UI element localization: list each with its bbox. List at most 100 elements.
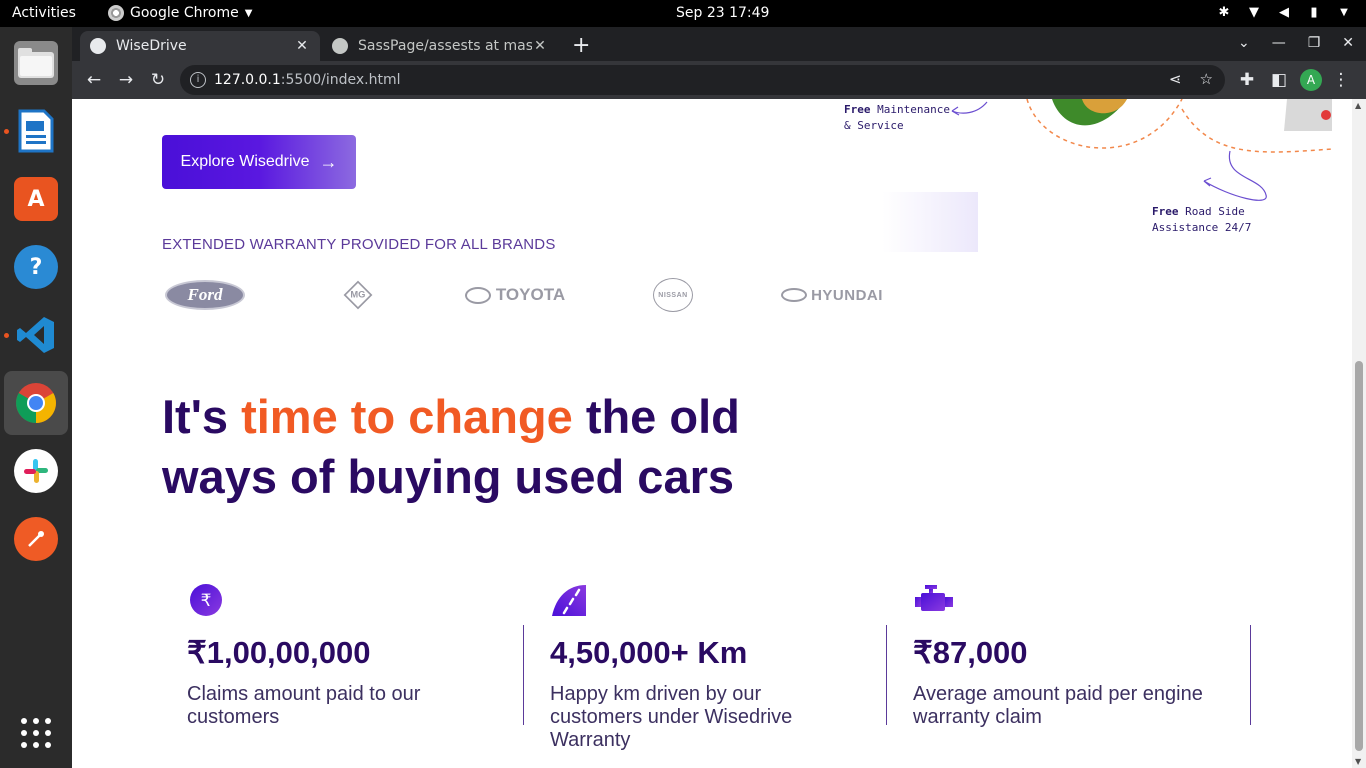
hero-accent-text: time to change xyxy=(241,390,573,443)
page-scrollbar[interactable]: ▲ ▼ xyxy=(1352,99,1366,768)
site-info-icon[interactable]: i xyxy=(190,72,206,88)
brand-logo-toyota: TOYOTA xyxy=(462,277,568,313)
caret-down-icon: ▼ xyxy=(244,7,253,19)
stat-description: Happy km driven by our customers under W… xyxy=(550,683,793,751)
hero-illustration xyxy=(951,99,1333,153)
hyundai-wordmark: HYUNDAI xyxy=(811,286,883,304)
clock[interactable]: Sep 23 17:49 xyxy=(676,5,769,21)
tab-title: WiseDrive xyxy=(116,38,187,54)
battery-icon[interactable]: ▮ xyxy=(1306,5,1322,21)
slack-tray-icon[interactable]: ✱ xyxy=(1216,5,1232,21)
share-icon[interactable]: ⋖ xyxy=(1169,70,1182,88)
system-tray[interactable]: ✱ ▼ ◀ ▮ ▼ xyxy=(1216,5,1352,21)
dock: A ? xyxy=(0,27,72,768)
reload-button[interactable]: ↻ xyxy=(147,69,169,91)
activities-button[interactable]: Activities xyxy=(12,5,76,21)
dock-postman[interactable] xyxy=(4,507,68,571)
back-button[interactable]: ← xyxy=(83,69,105,91)
maximize-button[interactable]: ❐ xyxy=(1308,35,1321,51)
new-tab-button[interactable]: + xyxy=(572,33,590,58)
dock-files[interactable] xyxy=(4,31,68,95)
store-icon: A xyxy=(14,177,58,221)
scrollbar-thumb[interactable] xyxy=(1355,361,1363,751)
system-top-bar: Activities Google Chrome ▼ Sep 23 17:49 … xyxy=(0,0,1366,27)
brand-logo-nissan: NISSAN xyxy=(652,277,694,313)
stat-value: ₹1,00,00,000 xyxy=(187,635,371,670)
close-tab-icon[interactable]: ✕ xyxy=(294,38,310,54)
browser-window: WiseDrive ✕ SassPage/assests at mast ✕ +… xyxy=(72,27,1366,768)
brand-logo-ford: Ford xyxy=(164,277,246,313)
browser-toolbar: ← → ↻ i 127.0.0.1:5500/index.html ⋖ ☆ ✚ … xyxy=(72,61,1366,99)
page-viewport: Free Maintenance & Service Free Road Sid… xyxy=(72,99,1366,768)
toyota-wordmark: TOYOTA xyxy=(495,285,566,304)
close-tab-icon[interactable]: ✕ xyxy=(532,38,548,54)
mg-logo: MG xyxy=(343,280,373,310)
warranty-heading: EXTENDED WARRANTY PROVIDED FOR ALL BRAND… xyxy=(162,236,556,253)
postman-icon xyxy=(14,517,58,561)
stat-divider xyxy=(523,625,524,725)
apps-grid-icon xyxy=(14,711,58,755)
stat-divider xyxy=(1250,625,1251,725)
chrome-icon xyxy=(14,381,58,425)
ford-logo: Ford xyxy=(165,280,245,310)
stat-value: ₹87,000 xyxy=(913,635,1028,670)
dock-writer[interactable] xyxy=(4,99,68,163)
url-path: :5500/index.html xyxy=(280,72,401,88)
explore-button-label: Explore Wisedrive xyxy=(180,153,310,170)
rupee-icon: ₹ xyxy=(187,583,227,619)
toyota-emblem-icon xyxy=(464,286,491,304)
scroll-up-arrow[interactable]: ▲ xyxy=(1355,101,1361,110)
minimize-button[interactable]: — xyxy=(1272,35,1286,51)
side-panel-icon[interactable]: ◧ xyxy=(1268,69,1290,91)
bookmark-star-icon[interactable]: ☆ xyxy=(1200,70,1213,88)
document-icon xyxy=(14,109,58,153)
menu-kebab-icon[interactable]: ⋮ xyxy=(1330,69,1352,91)
show-apps-button[interactable] xyxy=(4,701,68,765)
scroll-down-arrow[interactable]: ▼ xyxy=(1355,757,1361,766)
chrome-app-icon xyxy=(108,5,124,21)
explore-wisedrive-button[interactable]: Explore Wisedrive → xyxy=(162,135,356,189)
app-menu[interactable]: Google Chrome ▼ xyxy=(108,5,252,21)
dock-help[interactable]: ? xyxy=(4,235,68,299)
volume-icon[interactable]: ◀ xyxy=(1276,5,1292,21)
hero-heading: It's time to change the old ways of buyi… xyxy=(162,390,740,503)
tab-search-icon[interactable]: ⌄ xyxy=(1238,35,1250,51)
road-icon xyxy=(550,583,590,619)
window-controls: ⌄ — ❐ ✕ xyxy=(1238,35,1354,51)
folder-icon xyxy=(14,41,58,85)
extensions-icon[interactable]: ✚ xyxy=(1236,69,1258,91)
hyundai-emblem-icon xyxy=(781,288,808,302)
url-host: 127.0.0.1 xyxy=(214,72,281,88)
wifi-icon[interactable]: ▼ xyxy=(1246,5,1262,21)
tab-strip: WiseDrive ✕ SassPage/assests at mast ✕ +… xyxy=(72,27,1366,61)
close-window-button[interactable]: ✕ xyxy=(1342,35,1354,51)
stat-divider xyxy=(886,625,887,725)
globe-icon xyxy=(90,38,106,54)
maintenance-note: Free Maintenance & Service xyxy=(844,103,950,132)
tab-wisedrive[interactable]: WiseDrive ✕ xyxy=(80,31,320,61)
vscode-icon xyxy=(14,313,58,357)
nissan-logo: NISSAN xyxy=(653,278,693,312)
stat-description: Claims amount paid to our customers xyxy=(187,683,421,728)
dock-slack[interactable] xyxy=(4,439,68,503)
slack-icon xyxy=(14,449,58,493)
app-menu-label: Google Chrome xyxy=(130,5,239,21)
stat-description: Average amount paid per engine warranty … xyxy=(913,683,1203,728)
github-icon xyxy=(332,38,348,54)
forward-button[interactable]: → xyxy=(115,69,137,91)
dock-vscode[interactable] xyxy=(4,303,68,367)
address-bar[interactable]: i 127.0.0.1:5500/index.html ⋖ ☆ xyxy=(180,65,1225,95)
brand-logo-mg: MG xyxy=(342,277,374,313)
roadside-note: Free Road Side Assistance 24/7 xyxy=(1152,205,1252,234)
tab-title: SassPage/assests at mast xyxy=(358,38,532,54)
profile-avatar[interactable]: A xyxy=(1300,69,1322,91)
caret-down-icon[interactable]: ▼ xyxy=(1336,5,1352,21)
dock-software[interactable]: A xyxy=(4,167,68,231)
decorative-gradient xyxy=(882,192,978,252)
tab-github[interactable]: SassPage/assests at mast ✕ xyxy=(322,31,558,61)
arrow-right-icon: → xyxy=(319,151,338,172)
help-icon: ? xyxy=(14,245,58,289)
dock-chrome[interactable] xyxy=(4,371,68,435)
svg-text:₹: ₹ xyxy=(201,591,212,611)
brand-logo-hyundai: HYUNDAI xyxy=(776,277,888,313)
